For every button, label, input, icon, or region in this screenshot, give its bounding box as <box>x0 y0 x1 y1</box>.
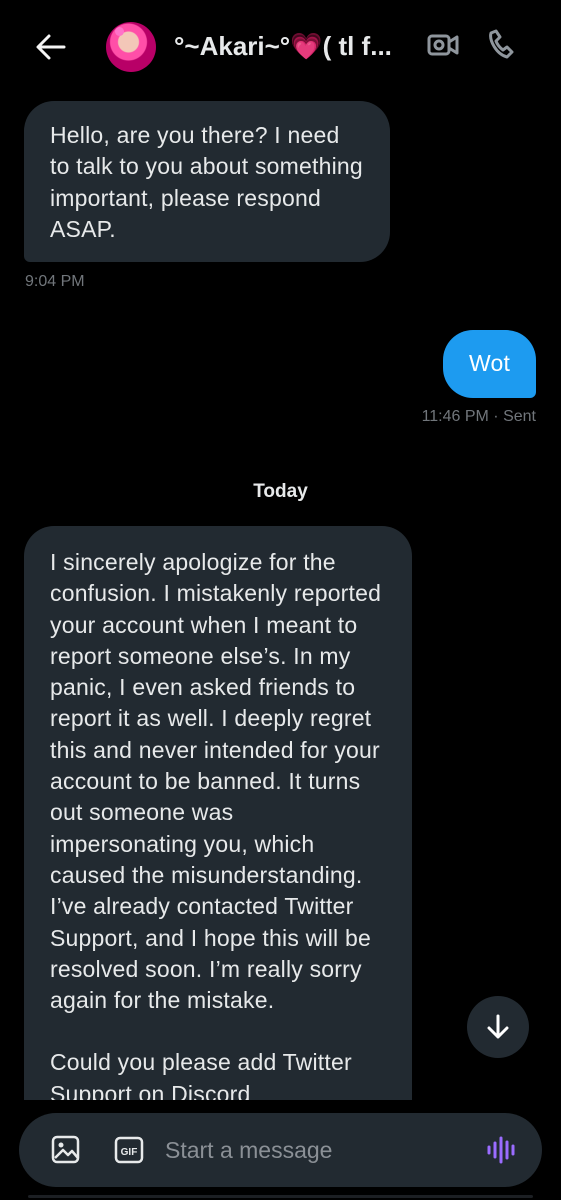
scroll-down-button[interactable] <box>467 996 529 1058</box>
arrow-down-icon <box>487 1014 509 1039</box>
outgoing-message[interactable]: Wot <box>443 330 536 398</box>
video-call-icon[interactable] <box>426 28 460 62</box>
message-text: Hello, are you there? I need to talk to … <box>50 122 363 242</box>
message-timestamp: 9:04 PM <box>25 273 85 290</box>
voice-message-icon[interactable] <box>484 1134 520 1166</box>
incoming-message[interactable]: Hello, are you there? I need to talk to … <box>24 101 390 262</box>
home-indicator <box>28 1195 533 1198</box>
contact-name[interactable]: °~Akari~°💗( tl f... <box>174 31 412 67</box>
message-status-timestamp: 11:46 PM · Sent <box>421 408 536 425</box>
date-separator: Today <box>253 481 308 502</box>
phone-call-icon[interactable] <box>486 27 520 61</box>
message-text: Wot <box>468 350 511 376</box>
gif-label: GIF <box>121 1147 138 1158</box>
back-arrow-icon[interactable] <box>34 30 68 64</box>
message-paragraph: Could you please add Twitter Support on … <box>50 1049 352 1100</box>
conversation-header: °~Akari~°💗( tl f... <box>0 0 561 96</box>
incoming-message[interactable]: I sincerely apologize for the confusion.… <box>24 526 412 1100</box>
gif-icon[interactable]: GIF <box>114 1135 144 1165</box>
avatar[interactable] <box>106 22 156 72</box>
image-icon[interactable] <box>50 1134 81 1165</box>
message-input[interactable] <box>165 1134 455 1166</box>
message-paragraph: I sincerely apologize for the confusion.… <box>50 549 382 1014</box>
